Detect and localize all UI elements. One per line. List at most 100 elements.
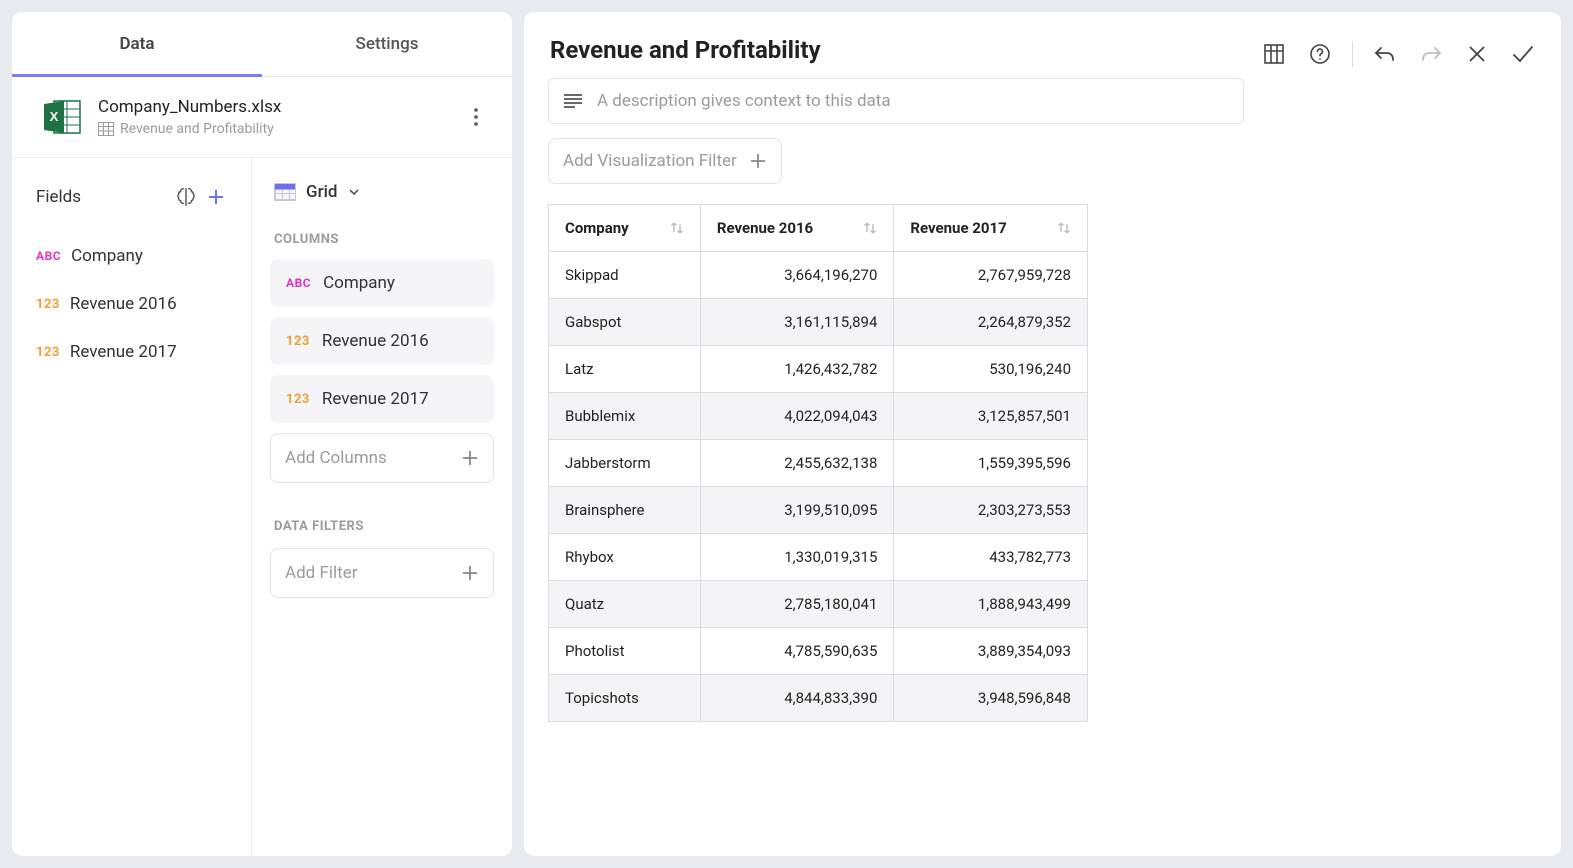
table-cell: 4,022,094,043	[700, 393, 894, 440]
file-sheet-label: Revenue and Profitability	[120, 121, 274, 137]
col-header-revenue-2017[interactable]: Revenue 2017	[894, 205, 1088, 252]
add-columns-dropzone[interactable]: Add Columns	[270, 433, 494, 483]
table-row[interactable]: Skippad3,664,196,2702,767,959,728	[549, 252, 1088, 299]
table-row[interactable]: Rhybox1,330,019,315433,782,773	[549, 534, 1088, 581]
add-viz-filter-label: Add Visualization Filter	[563, 151, 737, 171]
table-cell: 4,785,590,635	[700, 628, 894, 675]
data-table: Company Revenue 2016 Revenue 2017	[548, 204, 1088, 722]
add-columns-label: Add Columns	[285, 448, 387, 468]
table-cell: 2,303,273,553	[894, 487, 1088, 534]
toolbar	[1260, 30, 1537, 68]
table-row[interactable]: Gabspot3,161,115,8942,264,879,352	[549, 299, 1088, 346]
table-cell: 3,948,596,848	[894, 675, 1088, 722]
confirm-button[interactable]	[1509, 40, 1537, 68]
col-header-company[interactable]: Company	[549, 205, 701, 252]
table-cell: 1,559,395,596	[894, 440, 1088, 487]
table-cell: Jabberstorm	[549, 440, 701, 487]
plus-icon	[461, 449, 479, 467]
table-cell: Rhybox	[549, 534, 701, 581]
brain-icon[interactable]	[171, 182, 201, 212]
table-row[interactable]: Jabberstorm2,455,632,1381,559,395,596	[549, 440, 1088, 487]
table-cell: Brainsphere	[549, 487, 701, 534]
file-more-button[interactable]	[460, 101, 492, 133]
tab-settings[interactable]: Settings	[262, 12, 512, 76]
left-tabs: Data Settings	[12, 12, 512, 77]
filters-section-header: DATA FILTERS	[270, 511, 494, 546]
table-cell: 2,767,959,728	[894, 252, 1088, 299]
cancel-button[interactable]	[1463, 40, 1491, 68]
plus-icon	[461, 564, 479, 582]
config-column: Grid COLUMNS ABC Company 123 Revenue 201…	[252, 158, 512, 856]
type-number-icon: 123	[286, 392, 310, 407]
column-chip-label: Revenue 2016	[322, 331, 429, 351]
table-cell: 1,888,943,499	[894, 581, 1088, 628]
table-cell: 3,125,857,501	[894, 393, 1088, 440]
description-icon	[563, 93, 583, 109]
sheet-icon	[98, 122, 114, 136]
table-row[interactable]: Latz1,426,432,782530,196,240	[549, 346, 1088, 393]
table-cell: 2,455,632,138	[700, 440, 894, 487]
table-cell: 2,785,180,041	[700, 581, 894, 628]
add-field-button[interactable]	[201, 182, 231, 212]
table-cell: 1,426,432,782	[700, 346, 894, 393]
fields-header: Fields	[36, 187, 171, 207]
table-cell: 530,196,240	[894, 346, 1088, 393]
col-header-label: Company	[565, 219, 629, 237]
table-cell: 3,161,115,894	[700, 299, 894, 346]
table-cell: Latz	[549, 346, 701, 393]
table-cell: Topicshots	[549, 675, 701, 722]
table-cell: 433,782,773	[894, 534, 1088, 581]
table-cell: Photolist	[549, 628, 701, 675]
viz-type-selector[interactable]: Grid	[270, 174, 494, 224]
col-header-revenue-2016[interactable]: Revenue 2016	[700, 205, 894, 252]
file-name: Company_Numbers.xlsx	[98, 97, 446, 117]
table-row[interactable]: Quatz2,785,180,0411,888,943,499	[549, 581, 1088, 628]
toolbar-separator	[1352, 41, 1353, 67]
table-cell: Gabspot	[549, 299, 701, 346]
fields-column: Fields ABC Company 123 Revenue 2016	[12, 158, 252, 856]
field-item-company[interactable]: ABC Company	[20, 232, 243, 280]
table-cell: 3,199,510,095	[700, 487, 894, 534]
add-viz-filter-button[interactable]: Add Visualization Filter	[548, 138, 782, 184]
dashboard-link-button[interactable]	[1260, 40, 1288, 68]
help-button[interactable]	[1306, 40, 1334, 68]
file-row: X Company_Numbers.xlsx Revenue and Profi…	[12, 77, 512, 158]
col-header-label: Revenue 2017	[910, 219, 1006, 237]
column-chip-revenue-2017[interactable]: 123 Revenue 2017	[270, 375, 494, 423]
field-item-revenue-2017[interactable]: 123 Revenue 2017	[20, 328, 243, 376]
chevron-down-icon	[348, 186, 360, 198]
grid-viz-icon	[274, 183, 296, 201]
field-label: Revenue 2016	[70, 294, 177, 314]
col-header-label: Revenue 2016	[717, 219, 813, 237]
description-placeholder: A description gives context to this data	[597, 91, 891, 111]
tab-data[interactable]: Data	[12, 12, 262, 76]
redo-button[interactable]	[1417, 40, 1445, 68]
column-chip-revenue-2016[interactable]: 123 Revenue 2016	[270, 317, 494, 365]
table-row[interactable]: Photolist4,785,590,6353,889,354,093	[549, 628, 1088, 675]
field-label: Revenue 2017	[70, 342, 177, 362]
column-chip-label: Company	[323, 273, 395, 293]
viz-title[interactable]: Revenue and Profitability	[548, 30, 1244, 78]
description-input[interactable]: A description gives context to this data	[548, 78, 1244, 124]
table-row[interactable]: Topicshots4,844,833,3903,948,596,848	[549, 675, 1088, 722]
table-row[interactable]: Bubblemix4,022,094,0433,125,857,501	[549, 393, 1088, 440]
table-cell: 1,330,019,315	[700, 534, 894, 581]
field-label: Company	[71, 246, 143, 266]
plus-icon	[749, 152, 767, 170]
type-number-icon: 123	[286, 334, 310, 349]
column-chip-company[interactable]: ABC Company	[270, 259, 494, 307]
undo-button[interactable]	[1371, 40, 1399, 68]
sort-icon	[670, 220, 684, 236]
type-text-icon: ABC	[286, 276, 311, 290]
svg-text:X: X	[50, 109, 59, 124]
excel-icon: X	[40, 95, 84, 139]
table-row[interactable]: Brainsphere3,199,510,0952,303,273,553	[549, 487, 1088, 534]
table-cell: 2,264,879,352	[894, 299, 1088, 346]
table-cell: Quatz	[549, 581, 701, 628]
table-cell: Bubblemix	[549, 393, 701, 440]
field-item-revenue-2016[interactable]: 123 Revenue 2016	[20, 280, 243, 328]
add-filter-dropzone[interactable]: Add Filter	[270, 548, 494, 598]
table-cell: Skippad	[549, 252, 701, 299]
table-cell: 4,844,833,390	[700, 675, 894, 722]
left-panel: Data Settings X Company_Numbers.xlsx	[12, 12, 512, 856]
